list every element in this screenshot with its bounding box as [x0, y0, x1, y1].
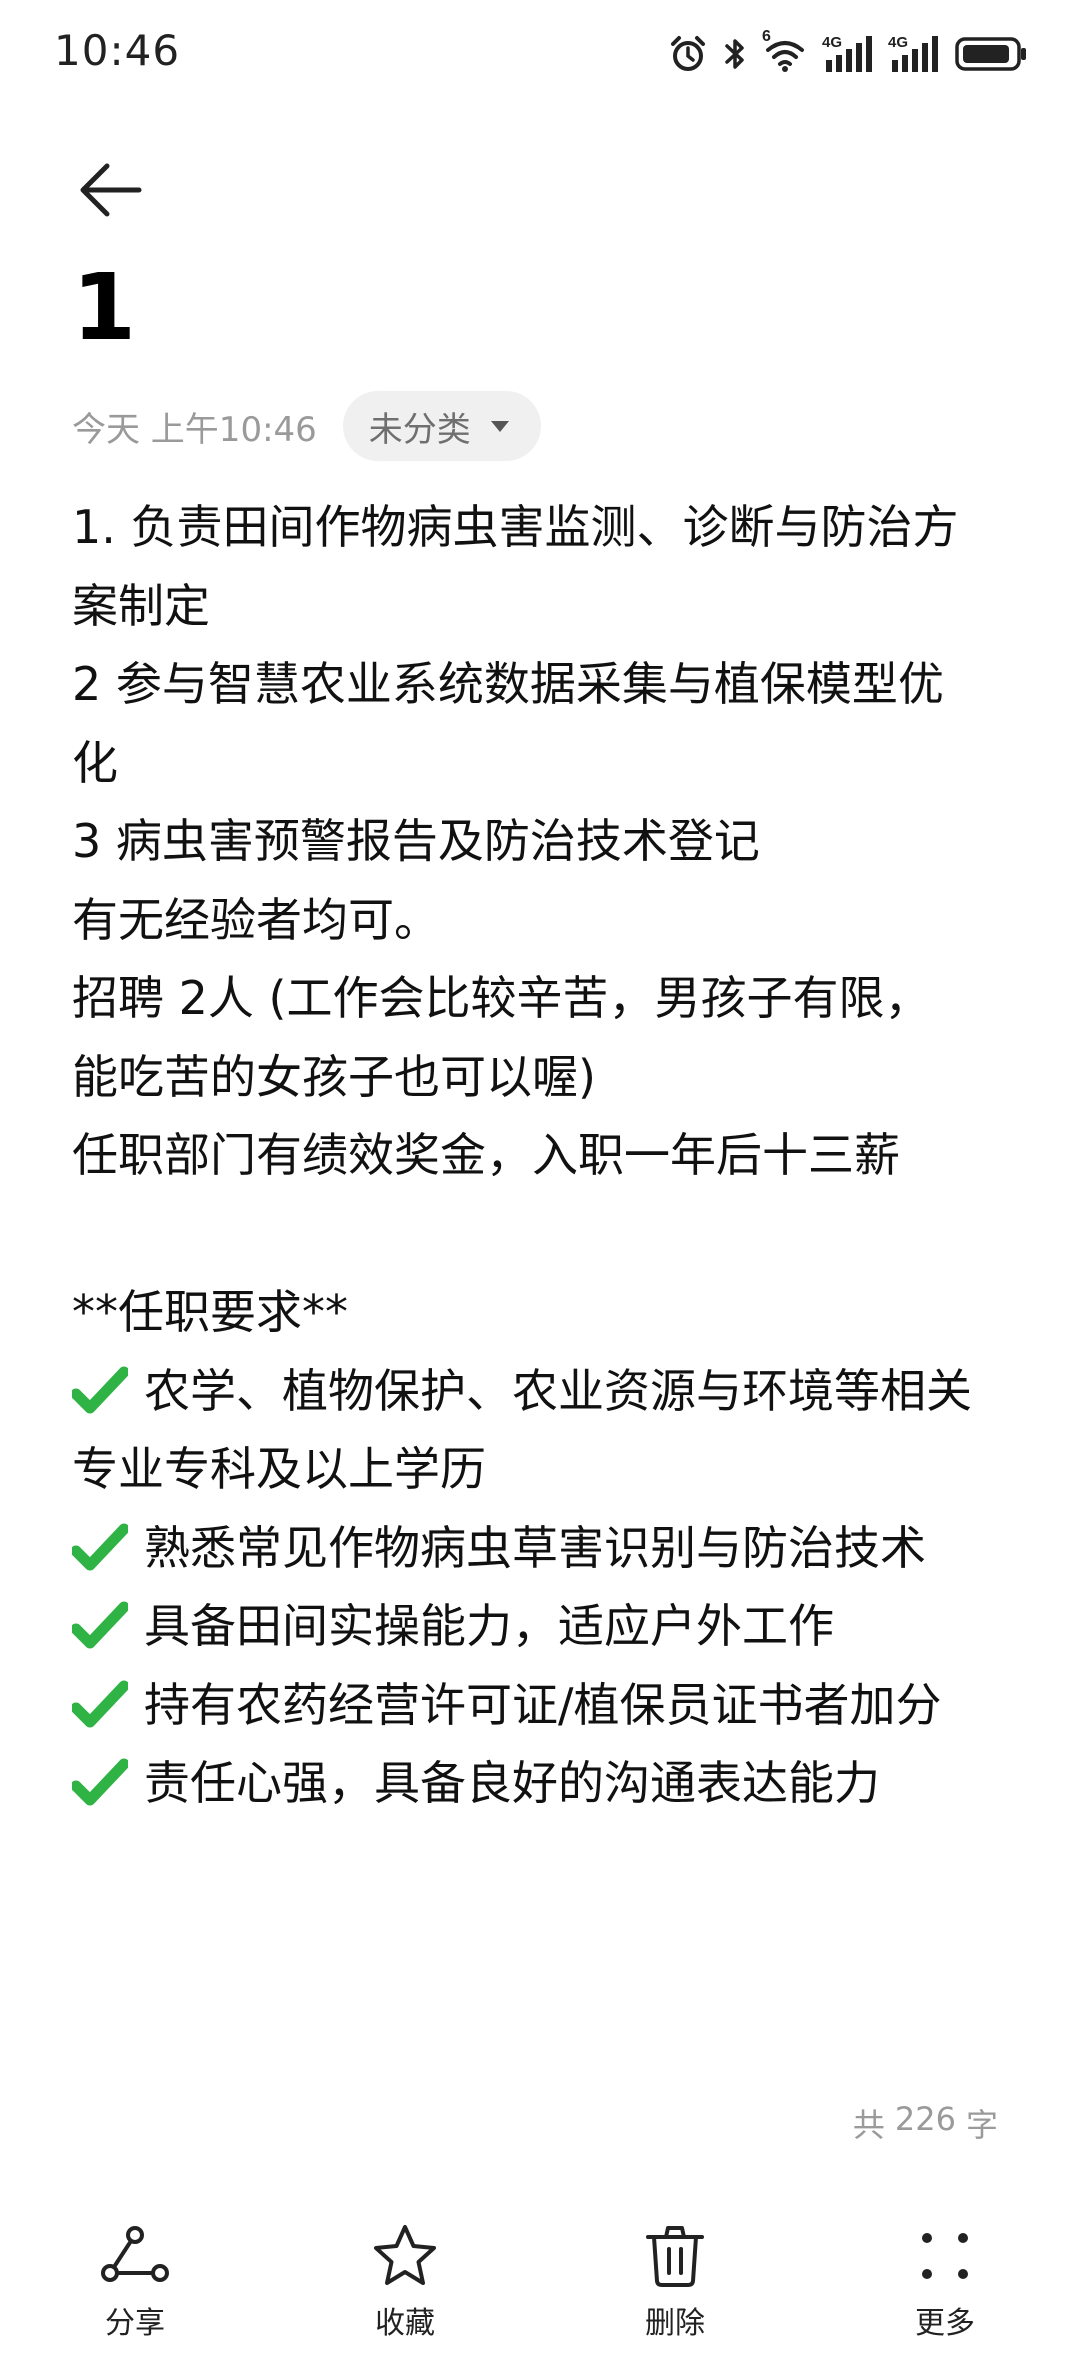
requirement-item: 农学、植物保护、农业资源与环境等相关	[72, 1352, 1012, 1431]
caret-down-icon	[490, 421, 509, 432]
signal-indicator-2: 4G	[888, 34, 940, 74]
more-label: 更多	[915, 2306, 975, 2341]
requirement-item: 熟悉常见作物病虫草害识别与防治技术	[72, 1509, 1012, 1588]
bottom-toolbar: 分享 收藏 删除 更多	[0, 2210, 1080, 2375]
word-count-prefix: 共	[852, 2106, 885, 2144]
note-meta-row: 今天 上午10:46 未分类	[72, 390, 541, 462]
check-mark-icon	[72, 1601, 128, 1649]
category-label: 未分类	[368, 409, 471, 450]
check-mark-icon	[72, 1366, 128, 1414]
note-body[interactable]: 1. 负责田间作物病虫害监测、诊断与防治方 案制定 2 参与智慧农业系统数据采集…	[72, 488, 1012, 1823]
star-icon	[374, 2225, 436, 2285]
alarm-icon	[671, 36, 705, 71]
requirement-text: 熟悉常见作物病虫草害识别与防治技术	[144, 1520, 926, 1575]
category-dropdown[interactable]: 未分类	[342, 391, 541, 461]
note-title[interactable]: 1	[72, 262, 136, 354]
wifi-indicator: 6	[762, 28, 808, 74]
body-line: 案制定	[72, 578, 210, 633]
requirement-text: 持有农药经营许可证/植保员证书者加分	[144, 1677, 942, 1732]
requirement-item: 责任心强，具备良好的沟通表达能力	[72, 1744, 1012, 1823]
check-mark-icon	[72, 1758, 128, 1806]
status-bar: 10:46 6 4G 4G	[0, 0, 1080, 110]
requirement-item: 具备田间实操能力，适应户外工作	[72, 1587, 1012, 1666]
word-count: 共 226 字	[853, 2100, 998, 2146]
word-count-value: 226	[894, 2100, 956, 2138]
body-line: 能吃苦的女孩子也可以喔)	[72, 1049, 596, 1104]
body-line: 2 参与智慧农业系统数据采集与植保模型优	[72, 657, 944, 711]
body-line: 有无经验者均可。	[72, 892, 440, 947]
requirement-continuation: 专业专科及以上学历	[72, 1442, 486, 1496]
body-line: 化	[72, 735, 118, 790]
body-blank-line	[72, 1195, 1012, 1274]
share-icon	[101, 2226, 169, 2282]
requirement-text: 责任心强，具备良好的沟通表达能力	[144, 1756, 880, 1810]
signal-icon	[892, 36, 938, 72]
more-button[interactable]: 更多	[810, 2210, 1080, 2375]
signal-indicator-1: 4G	[822, 34, 874, 74]
favorite-button[interactable]: 收藏	[270, 2210, 540, 2375]
signal-icon	[826, 36, 872, 72]
requirement-text: 具备田间实操能力，适应户外工作	[144, 1599, 834, 1653]
body-line: 1. 负责田间作物病虫害监测、诊断与防治方	[72, 500, 959, 554]
favorite-label: 收藏	[375, 2306, 435, 2341]
share-button[interactable]: 分享	[0, 2210, 270, 2375]
wifi-icon	[766, 41, 804, 72]
note-date: 今天 上午10:46	[72, 409, 317, 450]
status-time: 10:46	[54, 26, 181, 75]
battery-icon	[955, 37, 1026, 71]
check-mark-icon	[72, 1523, 128, 1571]
check-mark-icon	[72, 1680, 128, 1728]
arrow-left-icon	[80, 163, 142, 217]
requirements-heading: **任职要求**	[72, 1285, 348, 1339]
delete-label: 删除	[645, 2306, 705, 2341]
delete-button[interactable]: 删除	[540, 2210, 810, 2375]
bluetooth-icon	[725, 39, 744, 69]
body-line: 招聘 2人 (工作会比较辛苦，男孩子有限，	[72, 971, 931, 1025]
back-button[interactable]	[70, 150, 150, 230]
status-icons: 6 4G 4G	[668, 28, 1028, 78]
requirement-text: 农学、植物保护、农业资源与环境等相关	[144, 1363, 972, 1418]
trash-icon	[646, 2226, 704, 2287]
requirement-item: 持有农药经营许可证/植保员证书者加分	[72, 1666, 1012, 1745]
body-line: 3 病虫害预警报告及防治技术登记	[72, 814, 760, 868]
body-line: 任职部门有绩效奖金，入职一年后十三薪	[72, 1128, 900, 1182]
more-dots-icon	[922, 2233, 968, 2279]
share-label: 分享	[105, 2306, 165, 2341]
word-count-suffix: 字	[965, 2106, 998, 2144]
